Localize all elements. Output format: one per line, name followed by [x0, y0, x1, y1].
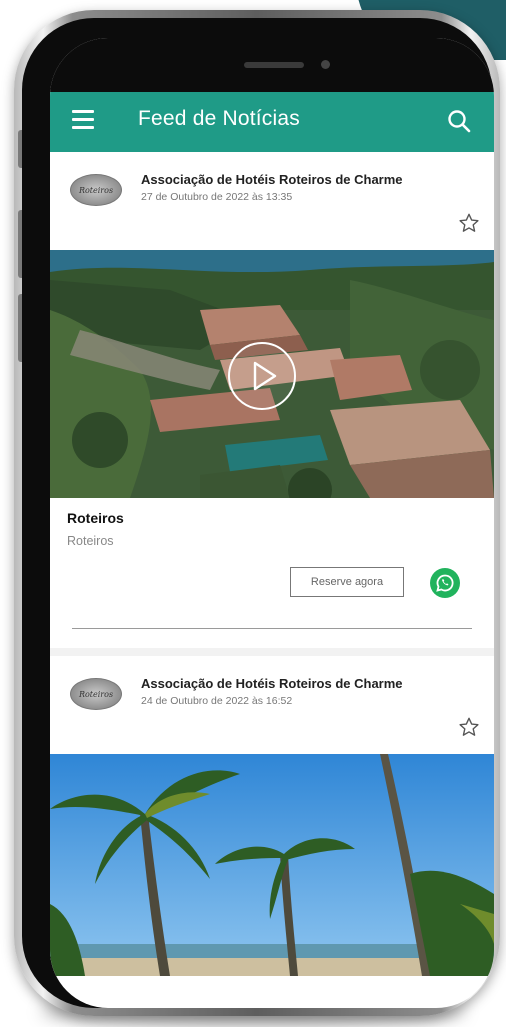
app-bar: Feed de Notícias [50, 92, 494, 152]
status-bar [50, 38, 494, 92]
post-body: Roteiros Roteiros Reserve agora [50, 498, 494, 648]
post-image[interactable] [50, 754, 494, 976]
post-divider [72, 628, 472, 629]
reserve-now-button[interactable]: Reserve agora [290, 567, 404, 597]
star-outline-icon[interactable] [458, 716, 480, 738]
feed-spacer [50, 648, 494, 656]
page-title: Feed de Notícias [138, 107, 300, 130]
speaker-grille [244, 62, 304, 68]
post-header: Roteiros Associação de Hotéis Roteiros d… [50, 152, 494, 250]
post-date: 24 de Outubro de 2022 às 16:52 [141, 695, 293, 707]
whatsapp-icon[interactable] [430, 568, 460, 598]
post-title: Roteiros [67, 510, 124, 526]
post-card: Roteiros Associação de Hotéis Roteiros d… [50, 152, 494, 648]
post-author: Associação de Hotéis Roteiros de Charme [141, 172, 403, 187]
news-feed: Roteiros Associação de Hotéis Roteiros d… [50, 152, 494, 976]
post-text: Roteiros [67, 534, 114, 548]
hotel-association-logo: Roteiros [70, 174, 122, 206]
post-header: Roteiros Associação de Hotéis Roteiros d… [50, 656, 494, 754]
hotel-association-logo: Roteiros [70, 678, 122, 710]
post-card: Roteiros Associação de Hotéis Roteiros d… [50, 656, 494, 976]
front-camera [321, 60, 330, 69]
star-outline-icon[interactable] [458, 212, 480, 234]
hamburger-menu-icon[interactable] [72, 110, 94, 132]
beach-palm-trees-photo [50, 754, 494, 976]
search-icon[interactable] [446, 108, 472, 134]
post-date: 27 de Outubro de 2022 às 13:35 [141, 191, 293, 203]
phone-screen: Feed de Notícias Roteiros Associação de … [50, 38, 494, 1008]
post-video[interactable] [50, 250, 494, 498]
post-author: Associação de Hotéis Roteiros de Charme [141, 676, 403, 691]
play-icon[interactable] [228, 342, 296, 410]
